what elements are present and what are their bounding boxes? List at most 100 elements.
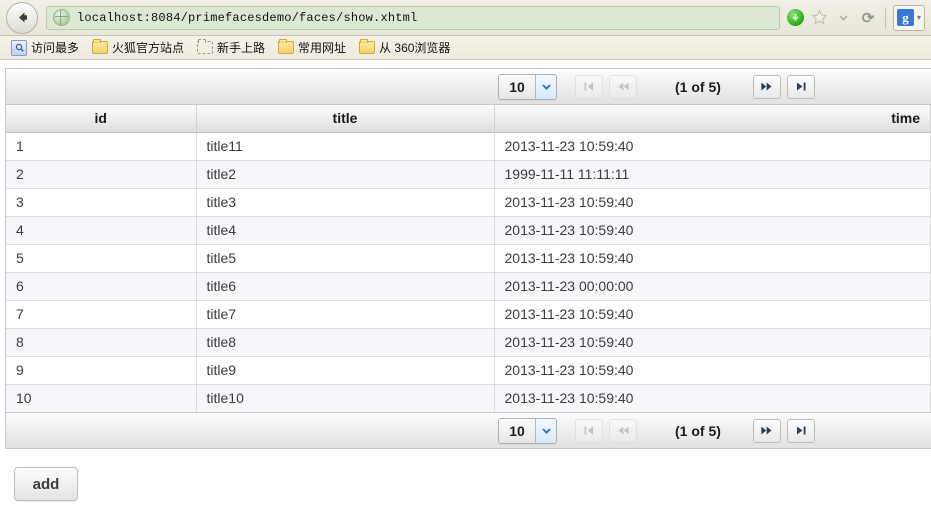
- downloads-button[interactable]: [786, 8, 806, 28]
- address-bar[interactable]: localhost:8084/primefacesdemo/faces/show…: [46, 5, 780, 30]
- site-globe-icon: [53, 9, 70, 26]
- cell-title: title3: [196, 188, 495, 217]
- table-row[interactable]: 6 title6 2013-11-23 00:00:00: [6, 272, 931, 301]
- rows-per-page-select[interactable]: 10: [498, 73, 557, 100]
- bookmark-item-getting-started[interactable]: 新手上路: [192, 38, 270, 57]
- cell-time: 2013-11-23 10:59:40: [494, 328, 931, 357]
- rows-per-page-value: 10: [499, 418, 536, 443]
- table-row[interactable]: 4 title4 2013-11-23 10:59:40: [6, 216, 931, 245]
- next-page-icon: [761, 426, 772, 435]
- cell-id: 10: [6, 384, 197, 412]
- download-arrow-icon: [787, 9, 805, 26]
- cell-time: 2013-11-23 10:59:40: [494, 188, 931, 217]
- prev-page-icon: [618, 82, 629, 91]
- search-engine-selector[interactable]: g ▾: [892, 4, 925, 31]
- table-row[interactable]: 2 title2 1999-11-11 11:11:11: [6, 160, 931, 189]
- paginator-bottom: 10 (1 of 5): [6, 412, 931, 448]
- bookmark-item-common-sites[interactable]: 常用网址: [273, 38, 351, 57]
- paginator-prev-button[interactable]: [609, 74, 637, 99]
- action-area: add: [5, 449, 931, 501]
- paginator-forward-group: [752, 74, 815, 99]
- toolbar-right-controls: ⟳ g ▾: [786, 4, 927, 31]
- data-table: 10 (1 of 5) id title time 1 title11 2013…: [5, 68, 931, 449]
- cell-title: title5: [196, 244, 495, 273]
- back-arrow-icon: [18, 12, 27, 23]
- rows-per-page-select[interactable]: 10: [498, 417, 557, 444]
- bookmark-label: 常用网址: [298, 41, 347, 55]
- bookmark-label: 从 360浏览器: [379, 41, 451, 55]
- table-row[interactable]: 5 title5 2013-11-23 10:59:40: [6, 244, 931, 273]
- chevron-down-icon: [839, 15, 849, 21]
- paginator-top: 10 (1 of 5): [6, 69, 931, 105]
- cell-time: 2013-11-23 10:59:40: [494, 356, 931, 385]
- cell-time: 2013-11-23 00:00:00: [494, 272, 931, 301]
- table-row[interactable]: 10 title10 2013-11-23 10:59:40: [6, 384, 931, 412]
- bookmark-item-firefox-home[interactable]: 火狐官方站点: [87, 38, 189, 57]
- cell-title: title7: [196, 300, 495, 329]
- paginator-first-button[interactable]: [575, 418, 603, 443]
- cell-title: title9: [196, 356, 495, 385]
- bookmark-label: 新手上路: [217, 41, 266, 55]
- bookmark-label: 访问最多: [31, 41, 80, 55]
- last-page-icon: [797, 426, 806, 435]
- bookmarks-bar: 访问最多 火狐官方站点 新手上路 常用网址 从 360浏览器: [0, 36, 931, 60]
- cell-id: 5: [6, 244, 197, 273]
- rows-per-page-value: 10: [499, 74, 536, 99]
- cell-time: 2013-11-23 10:59:40: [494, 216, 931, 245]
- column-header-id[interactable]: id: [6, 105, 197, 133]
- chevron-down-icon: [536, 418, 556, 443]
- address-bar-url: localhost:8084/primefacesdemo/faces/show…: [77, 10, 418, 25]
- toolbar-divider: [884, 6, 886, 29]
- paginator-last-button[interactable]: [786, 418, 815, 443]
- column-header-time[interactable]: time: [494, 105, 931, 133]
- cell-title: title4: [196, 216, 495, 245]
- bookmark-item-from-360[interactable]: 从 360浏览器: [354, 38, 455, 57]
- first-page-icon: [584, 426, 593, 435]
- paginator-last-button[interactable]: [786, 74, 815, 99]
- cell-time: 2013-11-23 10:59:40: [494, 244, 931, 273]
- add-button[interactable]: add: [14, 467, 78, 501]
- bookmark-star-button[interactable]: [810, 8, 830, 28]
- table-row[interactable]: 9 title9 2013-11-23 10:59:40: [6, 356, 931, 385]
- table-row[interactable]: 1 title11 2013-11-23 10:59:40: [6, 132, 931, 161]
- google-icon: g: [896, 9, 914, 26]
- bookmark-dropdown-button[interactable]: [834, 8, 854, 28]
- cell-time: 1999-11-11 11:11:11: [494, 160, 931, 189]
- bookmark-item-most-visited[interactable]: 访问最多: [6, 38, 84, 57]
- paginator-first-button[interactable]: [575, 74, 603, 99]
- cell-title: title11: [196, 132, 495, 161]
- back-button[interactable]: [6, 1, 38, 34]
- last-page-icon: [797, 82, 806, 91]
- paginator-next-button[interactable]: [752, 74, 781, 99]
- records-table: id title time 1 title11 2013-11-23 10:59…: [6, 105, 931, 412]
- cell-title: title10: [196, 384, 495, 412]
- folder-icon: [359, 39, 376, 54]
- folder-dashed-icon: [197, 39, 214, 54]
- cell-title: title2: [196, 160, 495, 189]
- cell-id: 1: [6, 132, 197, 161]
- cell-id: 7: [6, 300, 197, 329]
- cell-time: 2013-11-23 10:59:40: [494, 300, 931, 329]
- reload-button[interactable]: ⟳: [858, 8, 878, 28]
- table-header-row: id title time: [6, 105, 931, 133]
- bookmark-label: 火狐官方站点: [112, 41, 185, 55]
- cell-title: title8: [196, 328, 495, 357]
- table-row[interactable]: 3 title3 2013-11-23 10:59:40: [6, 188, 931, 217]
- paginator-prev-button[interactable]: [609, 418, 637, 443]
- smart-bookmark-icon: [11, 39, 27, 56]
- cell-time: 2013-11-23 10:59:40: [494, 132, 931, 161]
- cell-id: 4: [6, 216, 197, 245]
- cell-time: 2013-11-23 10:59:40: [494, 384, 931, 412]
- table-row[interactable]: 7 title7 2013-11-23 10:59:40: [6, 300, 931, 329]
- table-row[interactable]: 8 title8 2013-11-23 10:59:40: [6, 328, 931, 357]
- paginator-current-page: (1 of 5): [675, 422, 721, 439]
- next-page-icon: [761, 82, 772, 91]
- column-header-title[interactable]: title: [196, 105, 495, 133]
- folder-icon: [92, 39, 109, 54]
- folder-icon: [278, 39, 295, 54]
- star-icon: [812, 9, 828, 25]
- prev-page-icon: [618, 426, 629, 435]
- page-content: 10 (1 of 5) id title time 1 title11 2013…: [0, 60, 931, 501]
- cell-id: 3: [6, 188, 197, 217]
- paginator-next-button[interactable]: [752, 418, 781, 443]
